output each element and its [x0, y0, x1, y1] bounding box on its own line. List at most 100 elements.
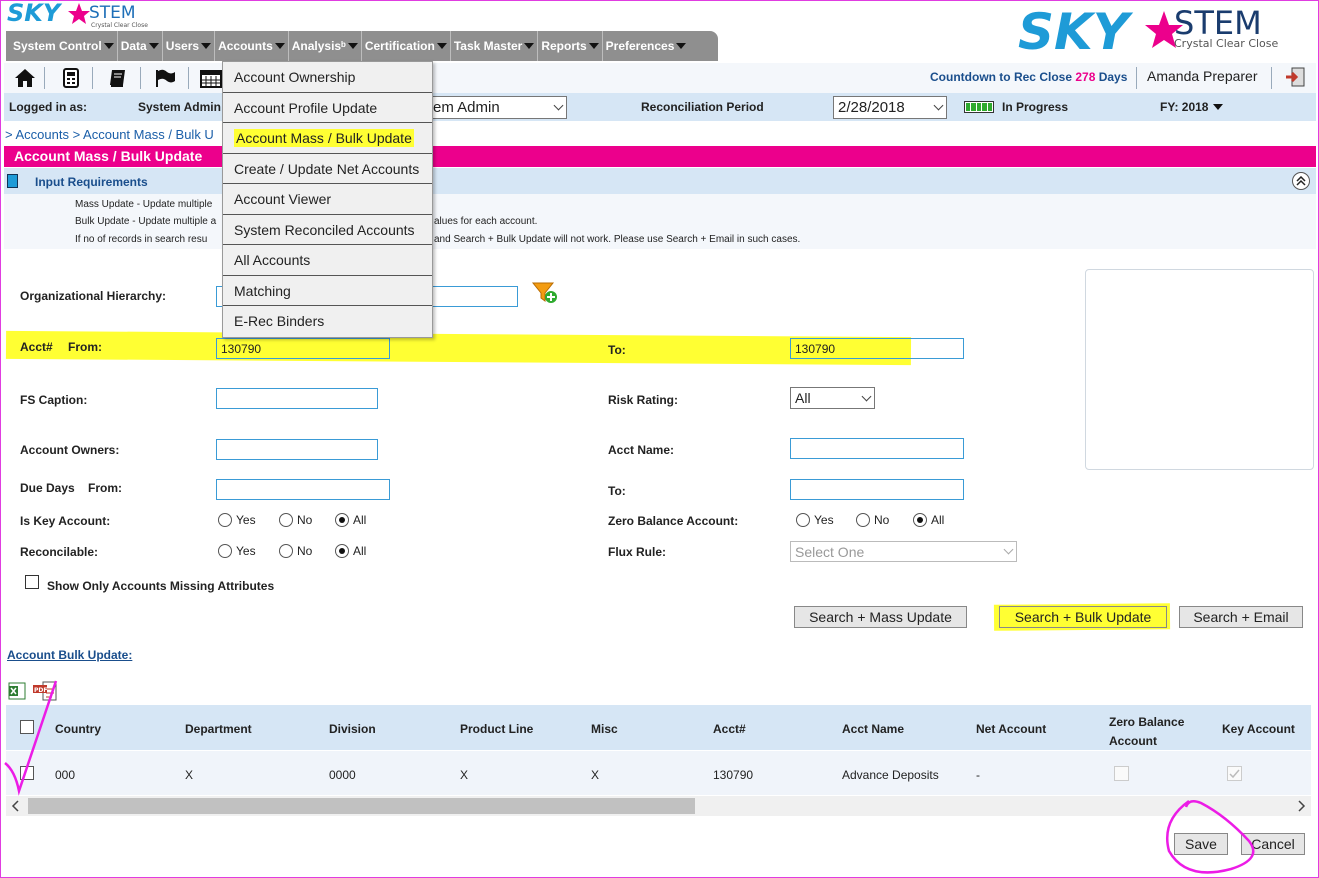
menu-system-reconciled-accounts[interactable]: System Reconciled Accounts — [223, 215, 432, 245]
menu-all-accounts[interactable]: All Accounts — [223, 245, 432, 276]
fy-select[interactable]: FY: 2018 — [1160, 100, 1224, 114]
nav-data[interactable]: Data — [118, 31, 163, 61]
svg-text:Crystal Clear Close: Crystal Clear Close — [91, 22, 148, 29]
account-owners-label: Account Owners: — [20, 443, 120, 457]
page-title: Account Mass / Bulk Update — [4, 146, 1316, 167]
nav-analysis[interactable]: Analysisᵇ — [289, 31, 362, 61]
menu-matching[interactable]: Matching — [223, 276, 432, 306]
reconcilable-all[interactable]: All — [335, 544, 366, 558]
col-zero-balance-account[interactable]: Zero Balance Account — [1109, 713, 1189, 751]
skystem-logo-small: SKY STEM Crystal Clear Close — [7, 1, 148, 29]
nav-users[interactable]: Users — [163, 31, 216, 61]
caret-down-icon — [347, 43, 358, 49]
zero-balance-checkbox[interactable] — [1114, 766, 1129, 781]
input-requirements-title[interactable]: Input Requirements — [35, 175, 148, 189]
fs-caption-input[interactable] — [216, 388, 378, 409]
book-icon[interactable] — [106, 67, 130, 89]
filter-add-icon[interactable] — [531, 280, 559, 309]
col-misc[interactable]: Misc — [591, 722, 618, 736]
nav-system-control[interactable]: System Control — [10, 31, 118, 61]
calculator-icon[interactable] — [59, 67, 83, 89]
req-line-3: If no of records in search resu — [75, 234, 208, 245]
radio-icon — [796, 513, 810, 527]
pdf-export-icon[interactable]: PDF — [32, 681, 58, 704]
nav-accounts[interactable]: Accounts — [215, 31, 289, 61]
col-country[interactable]: Country — [55, 722, 101, 736]
cell-misc: X — [591, 768, 600, 782]
flux-rule-select[interactable]: Select One — [790, 541, 1017, 562]
acct-from-input[interactable]: 130790 — [216, 338, 390, 359]
due-days-to-input[interactable] — [790, 479, 964, 500]
flag-icon[interactable] — [153, 67, 177, 89]
nav-preferences[interactable]: Preferences — [603, 31, 690, 61]
menu-account-ownership[interactable]: Account Ownership — [223, 62, 432, 93]
col-division[interactable]: Division — [329, 722, 376, 736]
nav-certification[interactable]: Certification — [362, 31, 451, 61]
nav-task-master[interactable]: Task Master — [451, 31, 539, 61]
menu-e-rec-binders[interactable]: E-Rec Binders — [223, 306, 432, 337]
show-missing-checkbox[interactable] — [25, 575, 39, 589]
caret-down-icon — [676, 43, 687, 49]
col-department[interactable]: Department — [185, 722, 252, 736]
zero-balance-yes[interactable]: Yes — [796, 513, 834, 527]
col-key-account[interactable]: Key Account — [1222, 722, 1295, 736]
logged-in-label: Logged in as: — [9, 100, 87, 114]
side-panel — [1085, 269, 1314, 470]
period-select[interactable]: 2/28/2018 — [833, 96, 947, 119]
nav-reports[interactable]: Reports — [538, 31, 603, 61]
caret-down-icon — [201, 43, 212, 49]
save-button[interactable]: Save — [1174, 833, 1228, 855]
is-key-no[interactable]: No — [279, 513, 312, 527]
input-requirements-bar — [4, 168, 1316, 194]
col-acct-number[interactable]: Acct# — [713, 722, 746, 736]
key-account-checkbox[interactable] — [1227, 766, 1242, 781]
collapse-icon[interactable] — [1292, 172, 1310, 190]
acct-name-input[interactable] — [790, 438, 964, 459]
excel-export-icon[interactable] — [8, 682, 26, 703]
countdown: Countdown to Rec Close 278 Days — [930, 70, 1128, 84]
menu-create-update-net-accounts[interactable]: Create / Update Net Accounts — [223, 154, 432, 184]
svg-text:SKY: SKY — [7, 1, 63, 27]
cell-department: X — [185, 768, 194, 782]
reconcilable-yes[interactable]: Yes — [218, 544, 256, 558]
zero-balance-no[interactable]: No — [856, 513, 889, 527]
is-key-yes[interactable]: Yes — [218, 513, 256, 527]
radio-icon — [279, 513, 293, 527]
menu-account-profile-update[interactable]: Account Profile Update — [223, 93, 432, 123]
reconcilable-label: Reconcilable: — [20, 545, 99, 559]
is-key-all[interactable]: All — [335, 513, 366, 527]
home-icon[interactable] — [13, 67, 37, 89]
scrollbar-thumb[interactable] — [28, 798, 695, 814]
cancel-button[interactable]: Cancel — [1241, 833, 1305, 855]
zero-balance-all[interactable]: All — [913, 513, 944, 527]
row-checkbox[interactable] — [20, 766, 34, 780]
menu-account-mass-bulk-update[interactable]: Account Mass / Bulk Update — [223, 123, 432, 154]
menu-account-viewer[interactable]: Account Viewer — [223, 184, 432, 215]
svg-text:STEM: STEM — [89, 3, 136, 23]
acct-name-label: Acct Name: — [608, 443, 675, 457]
caret-down-icon — [588, 43, 599, 49]
acct-to-input[interactable]: 130790 — [790, 338, 964, 359]
scroll-left-icon[interactable] — [10, 799, 22, 816]
search-email-button[interactable]: Search + Email — [1179, 606, 1303, 628]
user-name: Amanda Preparer — [1147, 68, 1258, 84]
due-days-from-input[interactable] — [216, 479, 390, 500]
breadcrumb[interactable]: > Accounts > Account Mass / Bulk U — [5, 127, 214, 142]
col-acct-name[interactable]: Acct Name — [842, 722, 904, 736]
search-bulk-update-button[interactable]: Search + Bulk Update — [999, 606, 1167, 628]
role-select[interactable]: em Admin — [428, 96, 567, 119]
account-owners-input[interactable] — [216, 439, 378, 460]
risk-rating-select[interactable]: All — [790, 387, 875, 409]
select-all-checkbox[interactable] — [20, 720, 34, 734]
col-product-line[interactable]: Product Line — [460, 722, 533, 736]
due-to-label: To: — [608, 484, 626, 498]
account-bulk-update-link[interactable]: Account Bulk Update: — [7, 648, 132, 662]
logout-icon[interactable] — [1284, 66, 1306, 91]
chevron-down-icon — [1003, 544, 1014, 555]
search-mass-update-button[interactable]: Search + Mass Update — [794, 606, 967, 628]
reconcilable-no[interactable]: No — [279, 544, 312, 558]
caret-down-icon — [1213, 104, 1224, 110]
col-net-account[interactable]: Net Account — [976, 722, 1046, 736]
calendar-icon[interactable] — [199, 67, 223, 89]
scroll-right-icon[interactable] — [1295, 799, 1307, 816]
